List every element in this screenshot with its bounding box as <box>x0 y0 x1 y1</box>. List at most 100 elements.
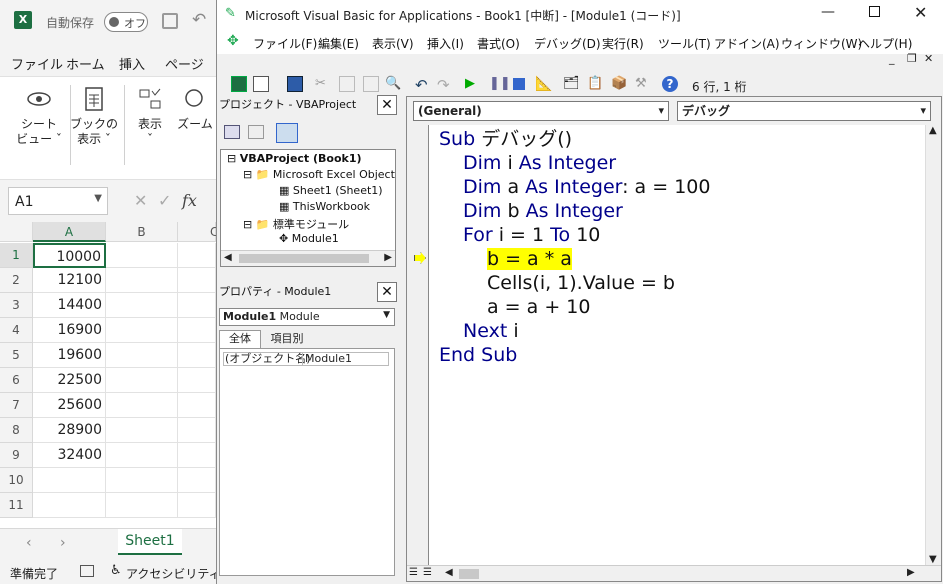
cell-b[interactable] <box>106 343 178 368</box>
vbe-menu-edit[interactable]: 編集(E) <box>318 35 359 52</box>
cell-c[interactable] <box>178 393 216 418</box>
paste-icon[interactable] <box>363 76 379 92</box>
cell-a[interactable]: 10000 <box>33 243 106 268</box>
column-header-a[interactable]: A <box>33 222 106 242</box>
accessibility-icon[interactable]: ♿ <box>110 563 122 578</box>
cell-c[interactable] <box>178 318 216 343</box>
cell-c[interactable] <box>178 293 216 318</box>
cell-c[interactable] <box>178 443 216 468</box>
row-header[interactable]: 4 <box>0 318 33 343</box>
cell-b[interactable] <box>106 468 178 493</box>
tree-root[interactable]: ⊟ VBAProject (Book1) <box>227 152 362 165</box>
vbe-menu-tools[interactable]: ツール(T) <box>658 35 711 52</box>
cell-a[interactable]: 22500 <box>33 368 106 393</box>
tree-thisworkbook[interactable]: ▦ ThisWorkbook <box>279 200 370 213</box>
sheet-view-button[interactable]: シート ビュー ˇ <box>9 87 69 147</box>
cell-b[interactable] <box>106 393 178 418</box>
check-icon[interactable]: ✓ <box>158 191 171 210</box>
scroll-left-icon[interactable]: ◀ <box>224 252 232 263</box>
zoom-button[interactable]: ズーム <box>175 87 215 132</box>
menu-insert[interactable]: 挿入 <box>119 54 145 73</box>
spreadsheet-grid[interactable]: A B C 1 10000 2 12100 3 14400 4 16900 5 19600 6 225… <box>0 222 218 528</box>
undo-icon[interactable]: ↶ <box>192 10 206 30</box>
procedure-view-icon[interactable]: ☰ <box>409 567 418 578</box>
vbe-menu-insert[interactable]: 挿入(I) <box>427 35 464 52</box>
code-line[interactable]: For i = 1 To 10 <box>463 223 600 247</box>
vbe-menu-help[interactable]: ヘルプ(H) <box>858 35 912 52</box>
props-tab-alpha[interactable]: 全体 <box>219 330 261 348</box>
cut-icon[interactable]: ✂ <box>315 76 331 92</box>
save-icon[interactable] <box>287 76 303 92</box>
chevron-right-icon[interactable]: › <box>60 535 66 551</box>
cell-c[interactable] <box>178 468 216 493</box>
row-header[interactable]: 2 <box>0 268 33 293</box>
tree-hscrollbar[interactable]: ◀ ▶ <box>221 250 395 266</box>
stop-icon[interactable] <box>513 78 525 90</box>
toolbox-icon[interactable]: ⚒ <box>635 76 651 92</box>
help-icon[interactable]: ? <box>662 76 678 92</box>
vbe-menu-view[interactable]: 表示(V) <box>372 35 414 52</box>
cell-c[interactable] <box>178 418 216 443</box>
view-code-icon[interactable] <box>224 125 240 139</box>
cell-b[interactable] <box>106 368 178 393</box>
maximize-icon[interactable] <box>869 6 880 17</box>
vbe-menu-run[interactable]: 実行(R) <box>602 35 644 52</box>
cell-a[interactable]: 32400 <box>33 443 106 468</box>
cell-a[interactable] <box>33 493 106 518</box>
cell-c[interactable] <box>178 268 216 293</box>
find-icon[interactable]: 🔍 <box>385 76 401 92</box>
menu-home[interactable]: ホーム <box>66 54 105 73</box>
cell-b[interactable] <box>106 493 178 518</box>
object-browser-icon[interactable]: 📦 <box>611 76 627 92</box>
project-explorer-icon[interactable]: 🗂 <box>563 76 580 92</box>
cancel-icon[interactable]: ✕ <box>134 191 147 210</box>
row-header[interactable]: 10 <box>0 468 33 493</box>
module-view-icon[interactable]: ☰ <box>423 567 432 578</box>
autosave-toggle[interactable]: オフ <box>104 12 148 32</box>
object-combo[interactable]: (General) ▾ <box>413 101 669 121</box>
cell-a[interactable] <box>33 468 106 493</box>
code-line[interactable]: Next i <box>463 319 519 343</box>
props-close-icon[interactable]: ✕ <box>377 282 397 302</box>
row-header[interactable]: 6 <box>0 368 33 393</box>
minimize-icon[interactable]: — <box>821 4 835 20</box>
column-header-b[interactable]: B <box>106 222 178 242</box>
view-object-icon[interactable] <box>248 125 264 139</box>
vbe-menu-window[interactable]: ウィンドウ(W) <box>781 35 862 52</box>
project-tree[interactable]: ⊟ VBAProject (Book1) ⊟ 📁 Microsoft Excel… <box>220 149 396 267</box>
scroll-up-icon[interactable]: ▲ <box>929 125 937 136</box>
properties-icon[interactable]: 📋 <box>587 76 603 92</box>
excel-view-icon[interactable] <box>231 76 247 92</box>
code-line[interactable]: Dim i As Integer <box>463 151 616 175</box>
props-object-select[interactable]: Module1 Module ▼ <box>219 308 395 326</box>
run-icon[interactable]: ▶ <box>465 76 481 92</box>
row-header[interactable]: 3 <box>0 293 33 318</box>
code-line[interactable]: Cells(i, 1).Value = b <box>487 271 675 295</box>
copy-icon[interactable] <box>339 76 355 92</box>
child-close-icon[interactable]: ✕ <box>924 52 933 65</box>
select-all-corner[interactable] <box>0 222 33 242</box>
row-header[interactable]: 7 <box>0 393 33 418</box>
save-icon[interactable] <box>162 13 178 29</box>
pause-icon[interactable]: ❚❚ <box>489 76 511 92</box>
code-line[interactable]: Sub デバッグ() <box>439 127 572 151</box>
design-mode-icon[interactable]: 📐 <box>535 76 552 92</box>
cell-c[interactable] <box>178 368 216 393</box>
row-header[interactable]: 8 <box>0 418 33 443</box>
tree-excel-objects[interactable]: ⊟ 📁 Microsoft Excel Objects <box>243 168 395 181</box>
vbe-menu-debug[interactable]: デバッグ(D) <box>534 35 601 52</box>
scroll-right-icon[interactable]: ▶ <box>384 252 392 263</box>
props-row-name[interactable]: (オブジェクト名) Module1 <box>223 352 389 366</box>
tree-module1[interactable]: ✥ Module1 <box>279 232 339 245</box>
row-header[interactable]: 1 <box>0 243 33 268</box>
undo-icon[interactable]: ↶ <box>415 76 431 94</box>
props-grid[interactable]: (オブジェクト名) Module1 <box>219 348 395 576</box>
vbe-menu-addin[interactable]: アドイン(A) <box>714 35 780 52</box>
toggle-folders-icon[interactable] <box>276 123 298 143</box>
code-line[interactable]: Dim b As Integer <box>463 199 623 223</box>
cell-a[interactable]: 19600 <box>33 343 106 368</box>
code-line[interactable]: End Sub <box>439 343 517 367</box>
code-editor[interactable]: Sub デバッグ() Dim i As Integer Dim a As Integ… <box>407 127 923 565</box>
macro-record-icon[interactable] <box>80 565 94 577</box>
project-close-icon[interactable]: ✕ <box>377 95 397 115</box>
